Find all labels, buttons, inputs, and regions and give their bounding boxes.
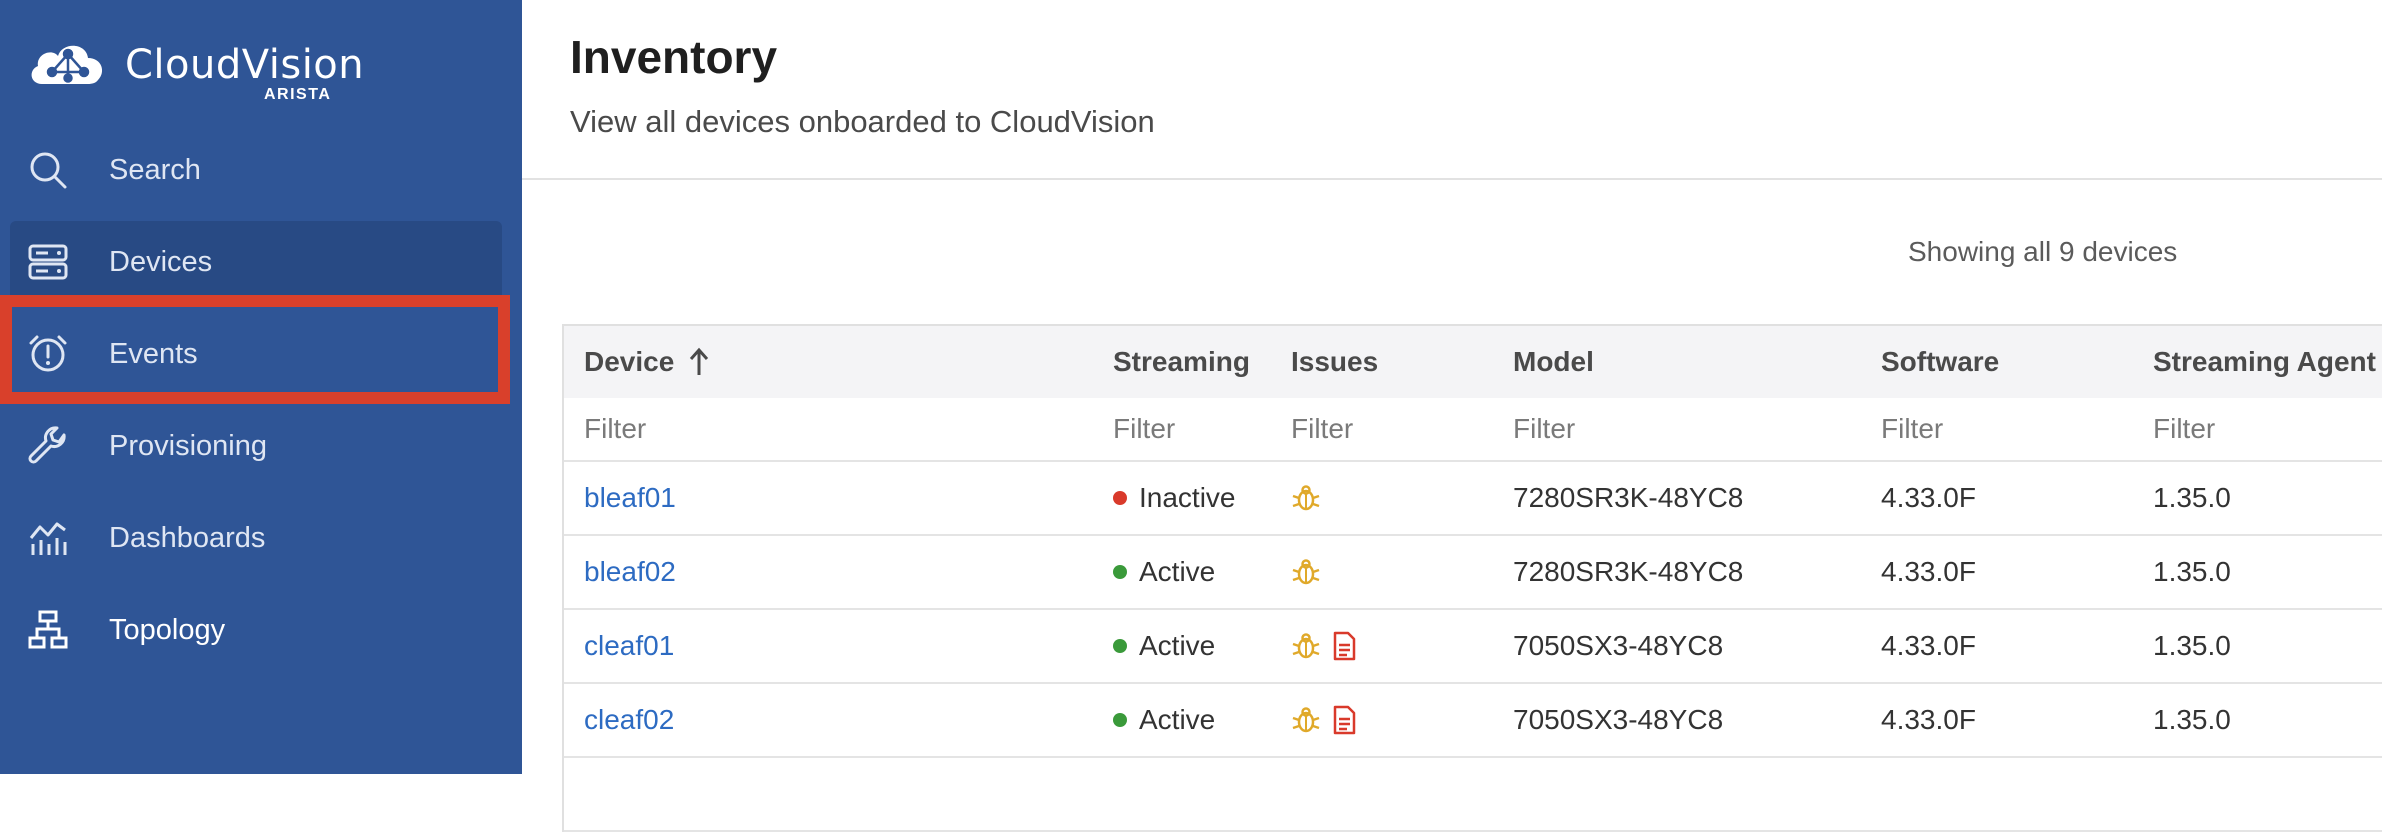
table-header: Device Streaming Issues Model Software S… xyxy=(564,326,2382,398)
filter-streaming-input[interactable]: Filter xyxy=(1113,398,1175,460)
column-header-streaming[interactable]: Streaming xyxy=(1113,326,1250,398)
sidebar-item-dashboards[interactable]: Dashboards xyxy=(10,497,502,579)
alarm-clock-icon xyxy=(29,335,67,372)
software-cell: 4.33.0F xyxy=(1881,704,1976,735)
software-cell: 4.33.0F xyxy=(1881,556,1976,587)
document-icon[interactable] xyxy=(1329,631,1359,661)
streaming-status-label: Active xyxy=(1139,630,1216,661)
divider xyxy=(522,178,2382,180)
inventory-table: Device Streaming Issues Model Software S… xyxy=(562,324,2382,832)
column-header-label: Device xyxy=(584,346,675,377)
sidebar-item-events[interactable]: Events xyxy=(10,313,502,395)
wrench-icon xyxy=(28,426,66,464)
streaming-status: Active xyxy=(1113,684,1215,756)
table-row[interactable]: bleaf02 Active 7280SR3K-48YC8 4.33.0F 1.… xyxy=(564,536,2382,610)
sidebar-item-provisioning[interactable]: Provisioning xyxy=(10,405,502,487)
streaming-status-label: Active xyxy=(1139,556,1216,587)
software-cell: 4.33.0F xyxy=(1881,630,1976,661)
main-content: Inventory View all devices onboarded to … xyxy=(522,0,2382,832)
column-header-device[interactable]: Device xyxy=(584,326,710,398)
streaming-status: Active xyxy=(1113,610,1215,682)
column-header-model[interactable]: Model xyxy=(1513,326,1594,398)
filter-software-input[interactable]: Filter xyxy=(1881,398,1943,460)
table-row[interactable]: cleaf01 Active 7050SX3-48YC8 4.33.0F 1.3… xyxy=(564,610,2382,684)
device-link[interactable]: cleaf01 xyxy=(584,610,674,682)
streaming-status: Inactive xyxy=(1113,462,1236,534)
status-dot-active xyxy=(1113,565,1127,579)
sidebar-item-label: Dashboards xyxy=(109,521,266,554)
column-header-issues[interactable]: Issues xyxy=(1291,326,1378,398)
bug-icon[interactable] xyxy=(1291,557,1321,587)
sidebar-item-devices[interactable]: Devices xyxy=(10,221,502,303)
streaming-status: Active xyxy=(1113,536,1215,608)
sidebar-item-label: Events xyxy=(109,337,198,370)
status-dot-inactive xyxy=(1113,491,1127,505)
device-link[interactable]: bleaf01 xyxy=(584,462,676,534)
sort-ascending-icon[interactable] xyxy=(688,347,710,377)
issues-cell xyxy=(1291,462,1329,534)
column-header-software[interactable]: Software xyxy=(1881,326,1999,398)
status-dot-active xyxy=(1113,713,1127,727)
sidebar-item-label: Provisioning xyxy=(109,429,267,462)
issues-cell xyxy=(1291,610,1367,682)
bug-icon[interactable] xyxy=(1291,483,1321,513)
search-icon xyxy=(30,152,67,189)
model-cell: 7050SX3-48YC8 xyxy=(1513,704,1724,735)
issues-cell xyxy=(1291,684,1367,756)
bug-icon[interactable] xyxy=(1291,705,1321,735)
filter-row: Filter Filter Filter Filter Filter Filte… xyxy=(564,398,2382,462)
brand-sub: ARISTA xyxy=(264,86,332,103)
streaming-status-label: Active xyxy=(1139,704,1216,735)
sidebar-item-label: Topology xyxy=(109,613,226,646)
column-header-streaming-agent[interactable]: Streaming Agent xyxy=(2153,326,2376,398)
sidebar-item-label: Devices xyxy=(109,245,213,278)
streaming-agent-cell: 1.35.0 xyxy=(2153,704,2231,735)
filter-model-input[interactable]: Filter xyxy=(1513,398,1575,460)
model-cell: 7280SR3K-48YC8 xyxy=(1513,482,1744,513)
device-link[interactable]: bleaf02 xyxy=(584,536,676,608)
chart-icon xyxy=(29,522,67,555)
status-dot-active xyxy=(1113,639,1127,653)
issues-cell xyxy=(1291,536,1329,608)
table-row[interactable]: bleaf01 Inactive 7280SR3K-48YC8 4.33.0F … xyxy=(564,462,2382,536)
model-cell: 7050SX3-48YC8 xyxy=(1513,630,1724,661)
document-icon[interactable] xyxy=(1329,705,1359,735)
brand-name: CloudVision xyxy=(125,42,365,88)
streaming-agent-cell: 1.35.0 xyxy=(2153,482,2231,513)
table-row[interactable] xyxy=(564,758,2382,832)
sidebar: CloudVision ARISTA Search Devices Events… xyxy=(0,0,522,774)
model-cell: 7280SR3K-48YC8 xyxy=(1513,556,1744,587)
device-link[interactable]: cleaf02 xyxy=(584,684,674,756)
streaming-agent-cell: 1.35.0 xyxy=(2153,630,2231,661)
filter-streaming-agent-input[interactable]: Filter xyxy=(2153,398,2215,460)
page-subtitle: View all devices onboarded to CloudVisio… xyxy=(570,104,1155,139)
table-row[interactable]: cleaf02 Active 7050SX3-48YC8 4.33.0F 1.3… xyxy=(564,684,2382,758)
filter-device-input[interactable]: Filter xyxy=(584,398,646,460)
cloud-network-icon xyxy=(31,45,103,84)
filter-issues-input[interactable]: Filter xyxy=(1291,398,1353,460)
sidebar-item-search[interactable]: Search xyxy=(10,129,502,211)
software-cell: 4.33.0F xyxy=(1881,482,1976,513)
topology-icon xyxy=(28,610,68,649)
device-count: Showing all 9 devices xyxy=(1908,236,2178,267)
sidebar-item-topology[interactable]: Topology xyxy=(10,589,502,671)
bug-icon[interactable] xyxy=(1291,631,1321,661)
page-title: Inventory xyxy=(570,31,778,83)
sidebar-item-label: Search xyxy=(109,153,201,186)
server-icon xyxy=(28,244,68,280)
streaming-agent-cell: 1.35.0 xyxy=(2153,556,2231,587)
streaming-status-label: Inactive xyxy=(1139,482,1236,513)
brand-logo[interactable]: CloudVision ARISTA xyxy=(28,38,368,108)
